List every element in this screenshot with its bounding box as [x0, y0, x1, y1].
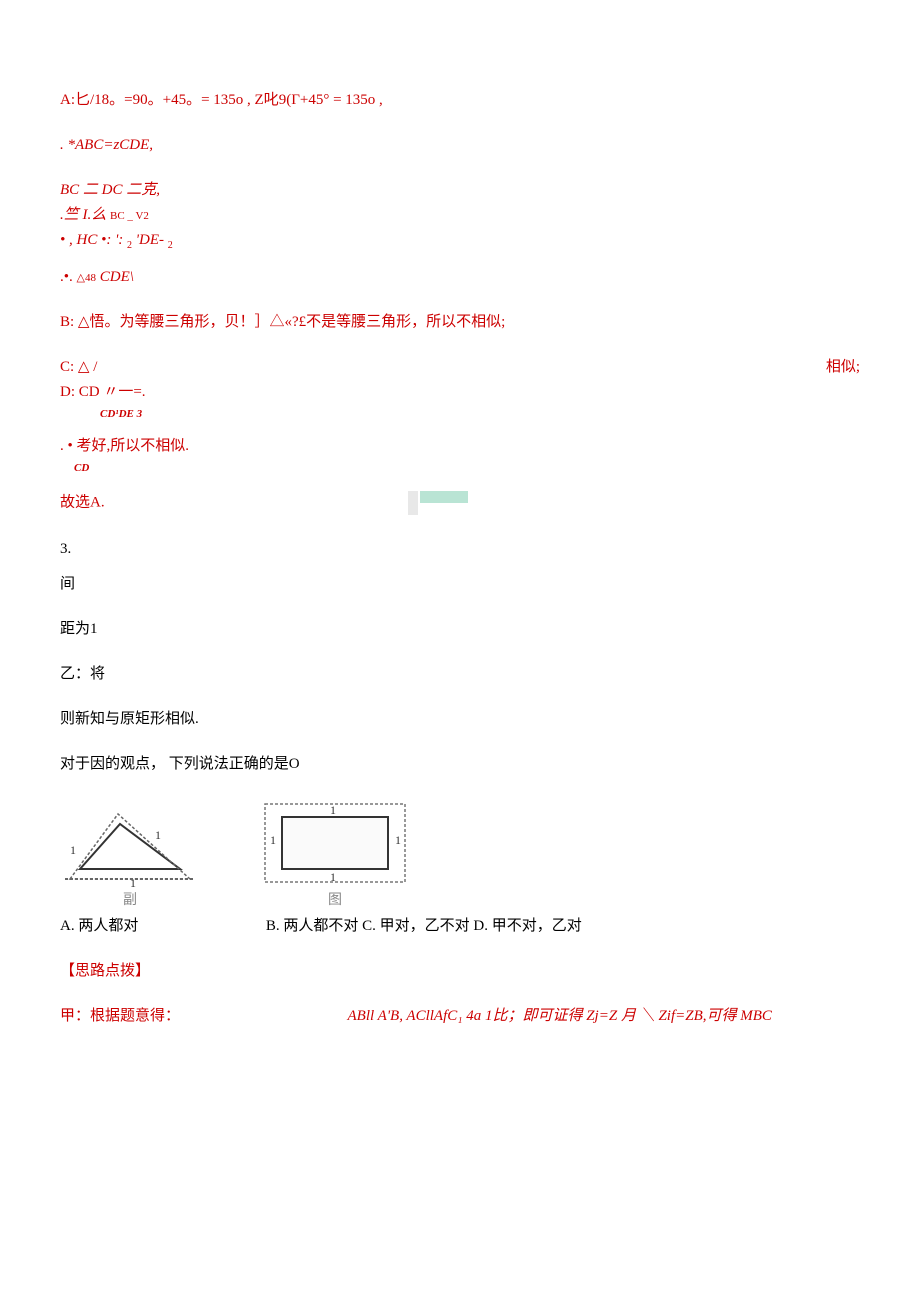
solution-line-a: A:匕/18。=90。+45。= 135o , Z叱9(Γ+45° = 135o… [60, 90, 860, 111]
solution-line-bc-dc: BC 二 DC 二克, [60, 180, 860, 201]
text-tri48: △48 [77, 272, 96, 284]
question-3-line-yi: 乙：将 [60, 664, 860, 685]
sub-2b: 2 [168, 240, 173, 251]
svg-text:1: 1 [130, 876, 136, 889]
solution-line-c: C: △ / 相似; [60, 357, 860, 378]
svg-text:1: 1 [330, 803, 336, 817]
triangle-svg: 1 1 1 [60, 809, 200, 889]
solution-line-d: D: CD 〃一=. [60, 382, 860, 403]
option-d: D. 甲不对，乙对 [473, 918, 581, 934]
solution-line-d-sub: CD¹DE 3 [60, 407, 860, 422]
text-part-small: BC _ V2 [110, 210, 149, 222]
hint-heading: 【思路点拨】 [60, 961, 860, 982]
question-number-3: 3. [60, 539, 860, 560]
figure-triangle: 1 1 1 副 [60, 809, 200, 911]
text-part: .竺 I.么 [60, 207, 110, 223]
figure-caption-2: 图 [328, 891, 342, 911]
solution-line-notsimilar: . • 考好,所以不相似. [60, 436, 860, 457]
text-part: • , HC •: ': [60, 232, 127, 248]
figure-set: 1 1 1 副 1 1 1 1 图 [60, 799, 860, 911]
hint-detail: ABll A'B, ACllAfC₁ 4a 1比；即可证得 Zj=Z 月 ＼ Z… [348, 1008, 772, 1024]
hint-body: 甲：根据题意得： ABll A'B, ACllAfC₁ 4a 1比；即可证得 Z… [60, 1006, 860, 1027]
question-3-line-similar: 则新知与原矩形相似. [60, 709, 860, 730]
figure-caption-1: 副 [123, 891, 137, 911]
svg-text:1: 1 [270, 833, 276, 847]
rectangle-svg: 1 1 1 1 [260, 799, 410, 889]
options-row: A. 两人都对 B. 两人都不对 C. 甲对，乙不对 D. 甲不对，乙对 [60, 916, 860, 937]
solution-line-b: B: △悟。为等腰三角形，贝！］△«?£不是等腰三角形，所以不相似; [60, 312, 860, 333]
svg-text:1: 1 [70, 843, 76, 857]
solution-line-ratio2: • , HC •: ': 2 'DE- 2 [60, 230, 860, 253]
option-b: B. 两人都不对 [266, 918, 359, 934]
text-dots: .•. [60, 269, 73, 285]
figure-rectangle: 1 1 1 1 图 [260, 799, 410, 911]
svg-text:1: 1 [395, 833, 401, 847]
question-3-line-jian: 间 [60, 574, 860, 595]
text-part: 'DE- [136, 232, 164, 248]
solution-answer: 故选A. [60, 494, 105, 510]
solution-line-triangle-cde: .•. △48 CDE\ [60, 267, 860, 288]
text-cde: CDE\ [100, 269, 134, 285]
solution-line-cd: CD [60, 461, 860, 476]
hint-jia: 甲：根据题意得： [60, 1008, 180, 1024]
svg-text:1: 1 [330, 870, 336, 884]
sub-2: 2 [127, 240, 132, 251]
svg-text:1: 1 [155, 828, 161, 842]
option-a: A. 两人都对 [60, 918, 138, 934]
solution-line-ratio1: .竺 I.么 BC _ V2 [60, 205, 860, 226]
question-3-line-ju: 距为1 [60, 619, 860, 640]
text-c-right: 相似; [826, 357, 860, 378]
solution-line-abc-cde: . *ABC=zCDE, [60, 135, 860, 156]
decorative-strip [408, 491, 468, 515]
question-3-prompt: 对于因的观点， 下列说法正确的是O [60, 754, 860, 775]
solution-answer-row: 故选A. [60, 491, 860, 515]
text-c-left: C: △ / [60, 357, 97, 378]
option-c: C. 甲对，乙不对 [362, 918, 470, 934]
